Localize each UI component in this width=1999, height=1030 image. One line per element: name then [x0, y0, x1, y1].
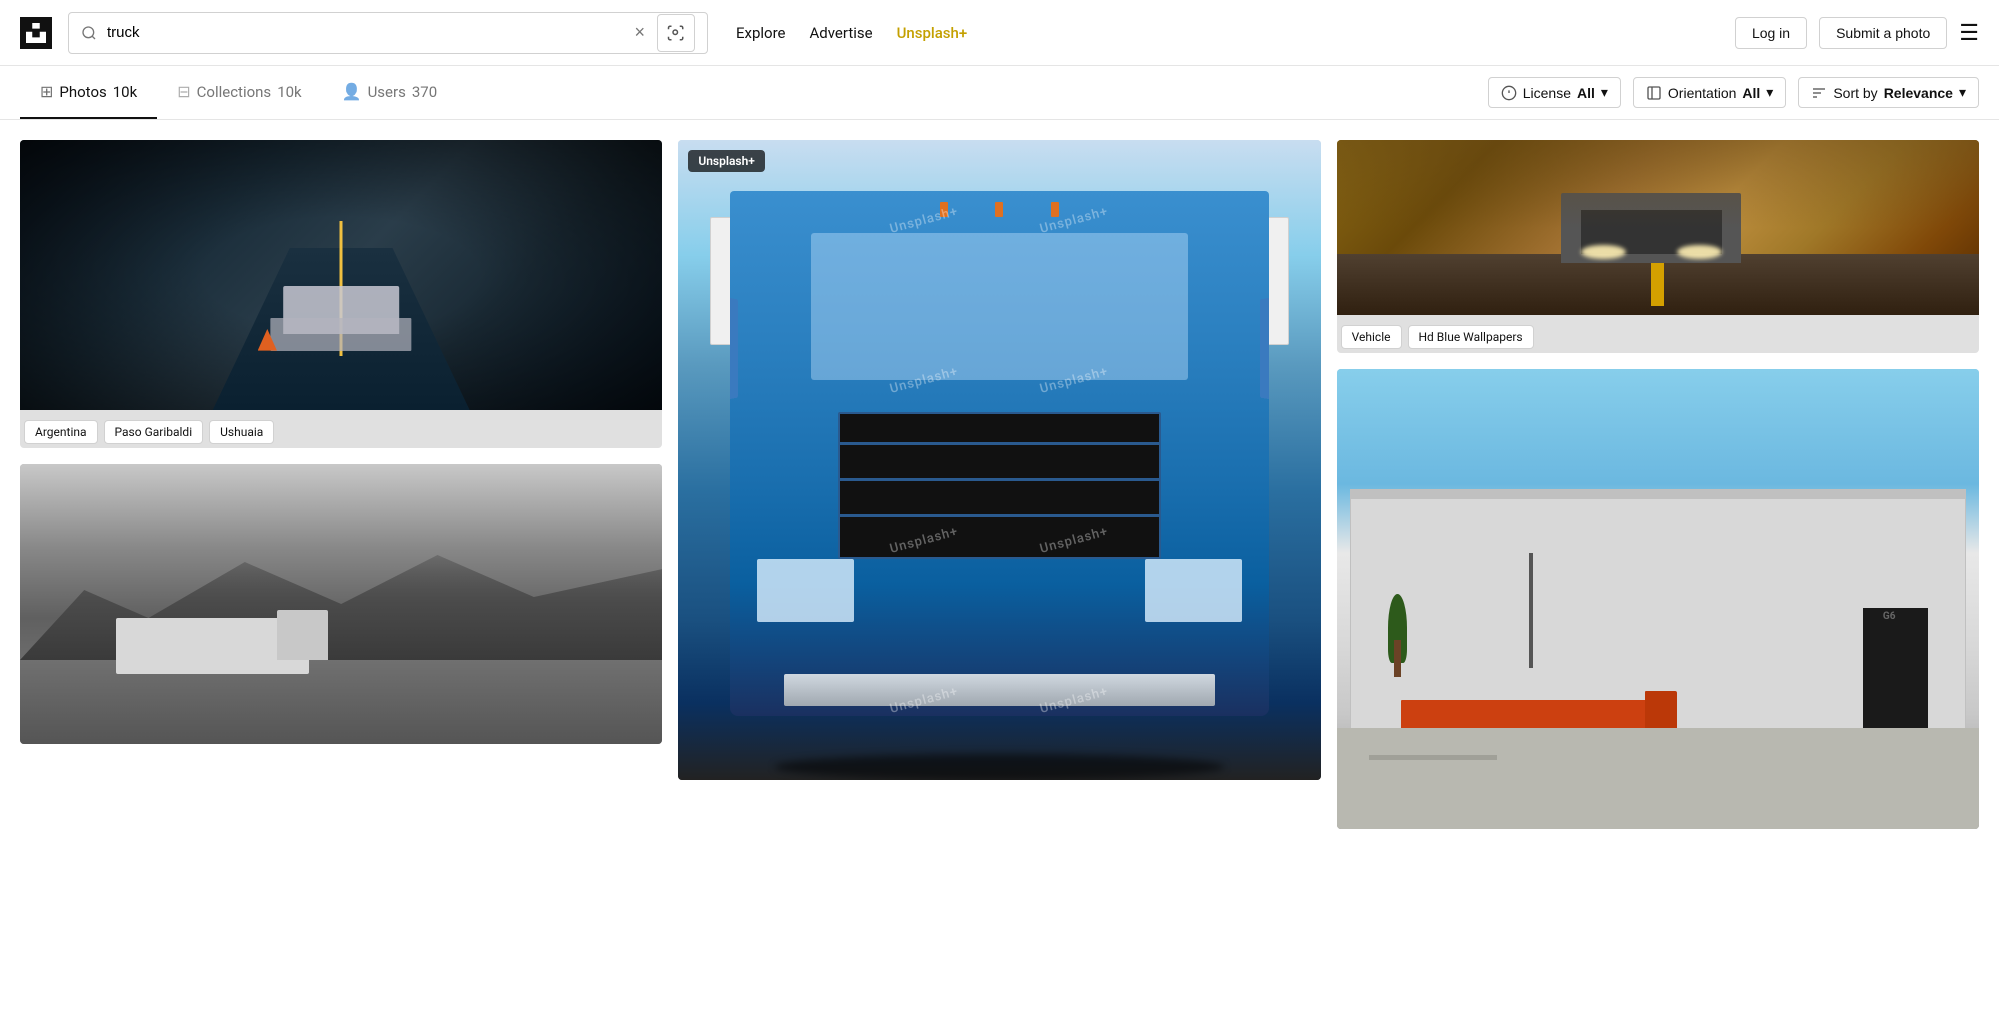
photos-icon: ⊞ — [40, 82, 53, 101]
sort-value: Relevance — [1884, 85, 1953, 101]
explore-link[interactable]: Explore — [736, 24, 786, 42]
orientation-label: Orientation — [1668, 85, 1736, 101]
nav-links: Explore Advertise Unsplash+ — [736, 24, 967, 42]
login-button[interactable]: Log in — [1735, 17, 1807, 49]
sort-chevron-icon: ▾ — [1959, 84, 1966, 101]
search-icon — [81, 25, 97, 41]
tab-users-count: 370 — [412, 83, 437, 101]
photo-card-bw-truck[interactable] — [20, 464, 662, 744]
visual-search-button[interactable] — [657, 14, 695, 52]
search-bar: truck × — [68, 12, 708, 54]
header-actions: Log in Submit a photo ☰ — [1735, 17, 1979, 49]
unsplash-plus-link[interactable]: Unsplash+ — [897, 24, 968, 42]
submit-photo-button[interactable]: Submit a photo — [1819, 17, 1947, 49]
orientation-filter-button[interactable]: Orientation All ▾ — [1633, 77, 1786, 108]
header: truck × Explore Advertise Unsplash+ Log … — [0, 0, 1999, 66]
collections-icon: ⊟ — [177, 82, 190, 101]
unsplash-logo[interactable] — [20, 17, 52, 49]
tab-photos-count: 10k — [113, 83, 137, 101]
tab-users-label: Users — [368, 83, 406, 101]
license-label: License — [1523, 85, 1571, 101]
orientation-chevron-icon: ▾ — [1766, 84, 1773, 101]
tag-paso-garibaldi[interactable]: Paso Garibaldi — [104, 420, 204, 444]
tag-hd-blue[interactable]: Hd Blue Wallpapers — [1408, 325, 1534, 349]
photo-card-tunnel[interactable]: Argentina Paso Garibaldi Ushuaia — [20, 140, 662, 448]
search-input[interactable]: truck — [107, 24, 622, 41]
tab-collections-count: 10k — [277, 83, 301, 101]
main-content: Argentina Paso Garibaldi Ushuaia — [0, 120, 1999, 849]
photo-tags-road: Vehicle Hd Blue Wallpapers — [1337, 315, 1979, 353]
tag-ushuaia[interactable]: Ushuaia — [209, 420, 274, 444]
filters: License All ▾ Orientation All ▾ Sort by … — [1488, 77, 1979, 108]
photo-grid: Argentina Paso Garibaldi Ushuaia — [20, 140, 1979, 829]
photo-card-road-truck[interactable]: Vehicle Hd Blue Wallpapers — [1337, 140, 1979, 353]
clear-search-button[interactable]: × — [632, 20, 647, 45]
unsplash-plus-badge: Unsplash+ — [688, 150, 765, 172]
orientation-value: All — [1742, 85, 1760, 101]
license-chevron-icon: ▾ — [1601, 84, 1608, 101]
tab-collections[interactable]: ⊟ Collections 10k — [157, 66, 321, 119]
tag-argentina[interactable]: Argentina — [24, 420, 98, 444]
tab-photos-label: Photos — [59, 83, 106, 101]
sort-label: Sort by — [1833, 85, 1877, 101]
tab-photos[interactable]: ⊞ Photos 10k — [20, 66, 157, 119]
tab-collections-label: Collections — [197, 83, 272, 101]
users-icon: 👤 — [342, 82, 362, 101]
menu-button[interactable]: ☰ — [1959, 20, 1979, 46]
tag-vehicle[interactable]: Vehicle — [1341, 325, 1402, 349]
tab-users[interactable]: 👤 Users 370 — [322, 66, 457, 119]
tabs-bar: ⊞ Photos 10k ⊟ Collections 10k 👤 Users 3… — [0, 66, 1999, 120]
photo-card-blue-truck[interactable]: Unsplash+ — [678, 140, 1320, 780]
license-filter-button[interactable]: License All ▾ — [1488, 77, 1621, 108]
sort-filter-button[interactable]: Sort by Relevance ▾ — [1798, 77, 1979, 108]
advertise-link[interactable]: Advertise — [810, 24, 873, 42]
license-value: All — [1577, 85, 1595, 101]
photo-tags-tunnel: Argentina Paso Garibaldi Ushuaia — [20, 410, 662, 448]
photo-card-warehouse[interactable]: G6 — [1337, 369, 1979, 829]
